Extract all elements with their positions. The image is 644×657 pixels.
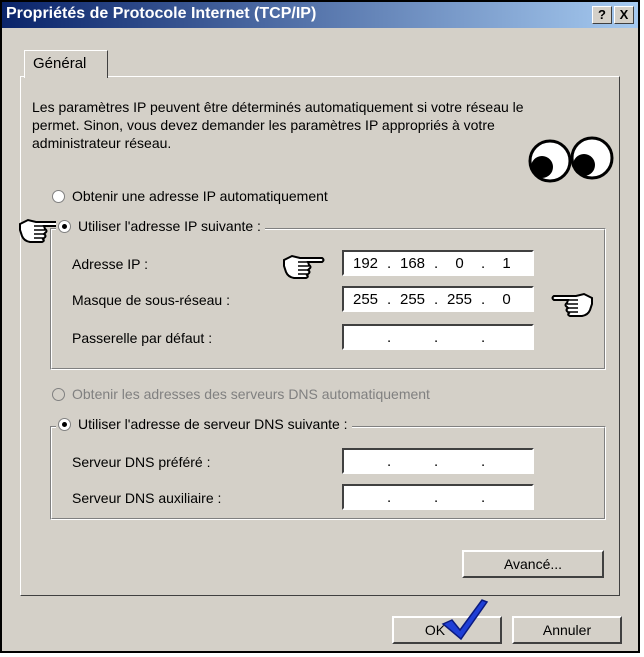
gateway-field[interactable]: . . . <box>342 324 534 350</box>
eyes-icon <box>528 136 614 183</box>
title-bar[interactable]: Propriétés de Protocole Internet (TCP/IP… <box>2 2 638 28</box>
ip-octet-3: 0 <box>455 254 464 272</box>
mask-octet-1: 255 <box>352 290 379 308</box>
ip-address-label: Adresse IP : <box>72 256 149 272</box>
dns-auto-label: Obtenir les adresses des serveurs DNS au… <box>72 386 430 402</box>
cancel-button[interactable]: Annuler <box>512 616 622 644</box>
description-text: Les paramètres IP peuvent être déterminé… <box>32 99 524 151</box>
ip-octet-4: 1 <box>502 254 511 272</box>
preferred-dns-label: Serveur DNS préféré : <box>72 454 211 470</box>
advanced-button[interactable]: Avancé... <box>462 550 604 578</box>
alternate-dns-field[interactable]: . . . <box>342 484 534 510</box>
alternate-dns-label: Serveur DNS auxiliaire : <box>72 490 222 506</box>
ip-octet-1: 192 <box>352 254 379 272</box>
ip-manual-option[interactable]: Utiliser l'adresse IP suivante : <box>56 218 265 234</box>
help-button[interactable]: ? <box>592 6 612 24</box>
pointing-hand-icon <box>283 254 325 279</box>
tab-general-label: Général <box>33 55 87 72</box>
ip-manual-radio[interactable] <box>58 219 71 233</box>
mask-octet-4: 0 <box>502 290 511 308</box>
ip-address-field[interactable]: 192. 168. 0. 1 <box>342 250 534 276</box>
dns-manual-option[interactable]: Utiliser l'adresse de serveur DNS suivan… <box>56 416 352 432</box>
subnet-mask-field[interactable]: 255. 255. 255. 0 <box>342 286 534 312</box>
subnet-mask-label: Masque de sous-réseau : <box>72 292 230 308</box>
ip-auto-label[interactable]: Obtenir une adresse IP automatiquement <box>72 188 328 204</box>
preferred-dns-field[interactable]: . . . <box>342 448 534 474</box>
checkmark-icon <box>441 599 489 641</box>
ip-octet-2: 168 <box>399 254 426 272</box>
gateway-label: Passerelle par défaut : <box>72 330 213 346</box>
dns-manual-label: Utiliser l'adresse de serveur DNS suivan… <box>78 416 348 432</box>
close-button[interactable]: X <box>614 6 634 24</box>
mask-octet-3: 255 <box>446 290 473 308</box>
dns-manual-radio[interactable] <box>58 417 71 431</box>
tab-general[interactable]: Général <box>24 50 108 78</box>
ip-manual-label: Utiliser l'adresse IP suivante : <box>78 218 261 234</box>
mask-octet-2: 255 <box>399 290 426 308</box>
window-title: Propriétés de Protocole Internet (TCP/IP… <box>6 5 317 22</box>
pointing-hand-icon <box>551 292 593 317</box>
dns-auto-radio <box>52 388 65 401</box>
ip-auto-radio[interactable] <box>52 190 65 203</box>
